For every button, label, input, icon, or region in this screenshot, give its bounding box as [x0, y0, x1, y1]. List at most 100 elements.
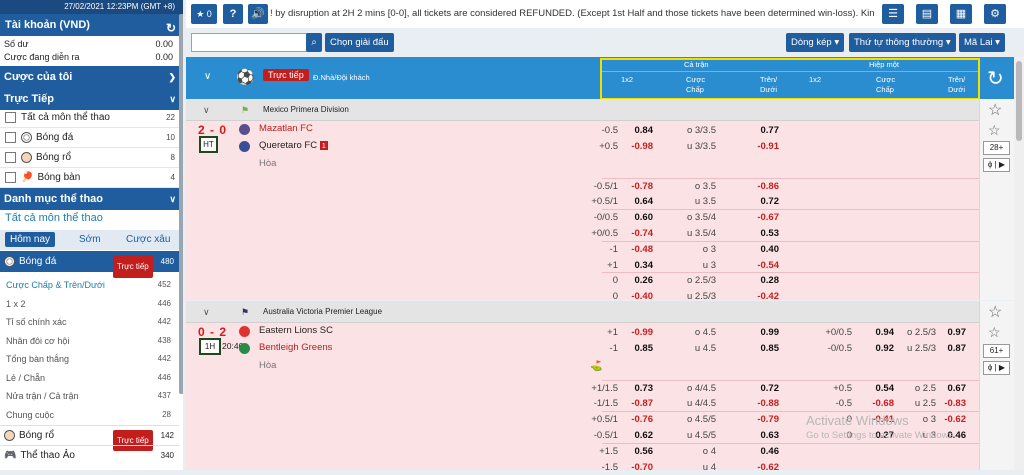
- over-under-odds[interactable]: -0.86: [757, 179, 779, 195]
- handicap-odds[interactable]: 0.56: [635, 444, 654, 460]
- handicap-odds[interactable]: -0.48: [631, 242, 653, 258]
- over-under-odds[interactable]: -0.91: [757, 139, 779, 155]
- half-handicap-odds[interactable]: 0.94: [876, 325, 895, 341]
- more-bets-button[interactable]: 61+: [983, 344, 1010, 358]
- half-handicap-odds[interactable]: 0.54: [876, 381, 895, 397]
- half-over-under-odds[interactable]: 0.67: [948, 381, 967, 397]
- sidebar-scrollbar[interactable]: [179, 14, 183, 394]
- live-all-sports[interactable]: Tất cả môn thể thao 22: [0, 108, 183, 128]
- bet-type-item[interactable]: Tỉ số chính xác 442: [0, 313, 179, 331]
- half-handicap-odds[interactable]: -0.68: [872, 396, 894, 412]
- handicap-odds[interactable]: 0.34: [635, 258, 654, 274]
- bet-type-item[interactable]: Nửa trận / Cả trận 437: [0, 387, 179, 405]
- handicap-odds[interactable]: -0.76: [631, 412, 653, 428]
- help-button[interactable]: ?: [223, 4, 243, 24]
- handicap-odds[interactable]: 0.26: [635, 273, 654, 289]
- tab-early[interactable]: Sớm: [79, 234, 101, 245]
- half-handicap-odds[interactable]: 0.92: [876, 341, 895, 357]
- handicap-odds[interactable]: 0.73: [635, 381, 654, 397]
- main-scrollbar[interactable]: [1014, 57, 1024, 470]
- over-under-odds[interactable]: -0.79: [757, 412, 779, 428]
- over-under-odds[interactable]: 0.28: [761, 273, 780, 289]
- sport-virtual[interactable]: 🎮 Thể thao Ảo 340: [0, 445, 179, 464]
- all-sports-link[interactable]: Tất cả môn thể thao: [5, 212, 103, 224]
- handicap-odds[interactable]: -0.74: [631, 226, 653, 242]
- over-under-odds[interactable]: 0.53: [761, 226, 780, 242]
- settings-button[interactable]: ⚙: [984, 4, 1006, 24]
- favorites-button[interactable]: ★ 0: [191, 4, 217, 24]
- sports-header[interactable]: Danh mục thể thao ∨: [0, 188, 183, 210]
- handicap-odds[interactable]: -0.78: [631, 179, 653, 195]
- handicap-odds[interactable]: 0.60: [635, 210, 654, 226]
- sport-football[interactable]: Bóng đá Trực tiếp 480: [0, 251, 179, 278]
- over-under-odds[interactable]: -0.62: [757, 460, 779, 475]
- odds-type-select[interactable]: Mã Lai ▾: [959, 33, 1005, 52]
- over-under-odds[interactable]: 0.99: [761, 325, 780, 341]
- live-header[interactable]: Trực Tiếp ∨: [0, 88, 183, 110]
- half-over-under-odds[interactable]: -0.62: [944, 412, 966, 428]
- collapse-all-icon[interactable]: ∨: [204, 71, 211, 82]
- search-input[interactable]: [191, 33, 307, 52]
- scrollbar-thumb[interactable]: [1016, 61, 1022, 141]
- favorite-match-icon[interactable]: ☆: [988, 324, 1001, 341]
- line-mode-select[interactable]: Dòng kép ▾: [786, 33, 845, 52]
- bet-slip-button[interactable]: ☰: [882, 4, 904, 24]
- bet-type-item[interactable]: Tổng bàn thắng 442: [0, 350, 179, 368]
- checkbox[interactable]: [5, 111, 16, 123]
- my-bets-header[interactable]: Cược của tôi ❯: [0, 66, 183, 88]
- handicap-odds[interactable]: 0.84: [635, 123, 654, 139]
- league-header[interactable]: ∨ ⚑ Mexico Primera Division: [186, 99, 979, 121]
- over-under-odds[interactable]: 0.85: [761, 341, 780, 357]
- refresh-icon[interactable]: ↻: [166, 17, 176, 39]
- over-under-odds[interactable]: -0.88: [757, 396, 779, 412]
- over-under-odds[interactable]: 0.77: [761, 123, 780, 139]
- more-bets-button[interactable]: 28+: [983, 141, 1010, 155]
- account-header[interactable]: Tài khoản (VND) ↻: [0, 14, 183, 36]
- favorite-match-icon[interactable]: ☆: [988, 122, 1001, 139]
- bet-type-item[interactable]: Chung cuộc 28: [0, 406, 179, 424]
- checkbox[interactable]: [5, 151, 16, 163]
- league-header[interactable]: ∨ ⚑ Australia Victoria Premier League: [186, 301, 979, 323]
- statement-button[interactable]: ▤: [916, 4, 938, 24]
- results-button[interactable]: ▦: [950, 4, 972, 24]
- half-over-under-odds[interactable]: 0.87: [948, 341, 967, 357]
- handicap-odds[interactable]: 0.62: [635, 428, 654, 444]
- over-under-odds[interactable]: 0.46: [761, 444, 780, 460]
- over-under-odds[interactable]: -0.54: [757, 258, 779, 274]
- favorite-league-icon[interactable]: ☆: [988, 100, 1002, 120]
- handicap-odds[interactable]: -0.87: [631, 396, 653, 412]
- half-over-under-odds[interactable]: 0.97: [948, 325, 967, 341]
- stats-play-controls[interactable]: ϕ | ▶: [983, 158, 1010, 172]
- stats-play-controls[interactable]: ϕ | ▶: [983, 361, 1010, 375]
- over-under-odds[interactable]: 0.40: [761, 242, 780, 258]
- chevron-down-icon[interactable]: ∨: [203, 301, 210, 323]
- announcement-button[interactable]: 🔊: [248, 4, 268, 24]
- checkbox[interactable]: [5, 131, 16, 143]
- chevron-down-icon[interactable]: ∨: [203, 99, 210, 121]
- handicap-odds[interactable]: -0.70: [631, 460, 653, 475]
- live-table-tennis[interactable]: 🏓 Bóng bàn 4: [0, 168, 183, 188]
- handicap-odds[interactable]: -0.99: [631, 325, 653, 341]
- over-under-odds[interactable]: -0.67: [757, 210, 779, 226]
- bet-type-item[interactable]: Cược Chấp & Trên/Dưới 452: [0, 276, 179, 294]
- handicap-odds[interactable]: 0.85: [635, 341, 654, 357]
- select-league-button[interactable]: Chọn giải đấu: [325, 33, 394, 52]
- tab-parlay[interactable]: Cược xâu: [126, 234, 170, 245]
- refresh-icon[interactable]: ↻: [987, 66, 1004, 91]
- half-over-under-odds[interactable]: -0.83: [944, 396, 966, 412]
- bet-type-item[interactable]: 1 x 2 446: [0, 295, 179, 313]
- tab-today[interactable]: Hôm nay: [5, 232, 56, 247]
- live-basketball[interactable]: Bóng rổ 8: [0, 148, 183, 168]
- over-under-odds[interactable]: 0.72: [761, 194, 780, 210]
- handicap-odds[interactable]: 0.64: [635, 194, 654, 210]
- sport-basketball[interactable]: Bóng rổ Trực tiếp 142: [0, 425, 179, 451]
- over-under-odds[interactable]: 0.72: [761, 381, 780, 397]
- over-under-odds[interactable]: 0.63: [761, 428, 780, 444]
- favorite-league-icon[interactable]: ☆: [988, 302, 1002, 322]
- live-football[interactable]: Bóng đá 10: [0, 128, 183, 148]
- bet-type-item[interactable]: Lẻ / Chẵn 446: [0, 369, 179, 387]
- handicap-odds[interactable]: -0.98: [631, 139, 653, 155]
- bet-type-item[interactable]: Nhân đôi cơ hội 438: [0, 332, 179, 350]
- checkbox[interactable]: [5, 171, 16, 183]
- sort-select[interactable]: Thứ tự thông thường ▾: [849, 33, 956, 52]
